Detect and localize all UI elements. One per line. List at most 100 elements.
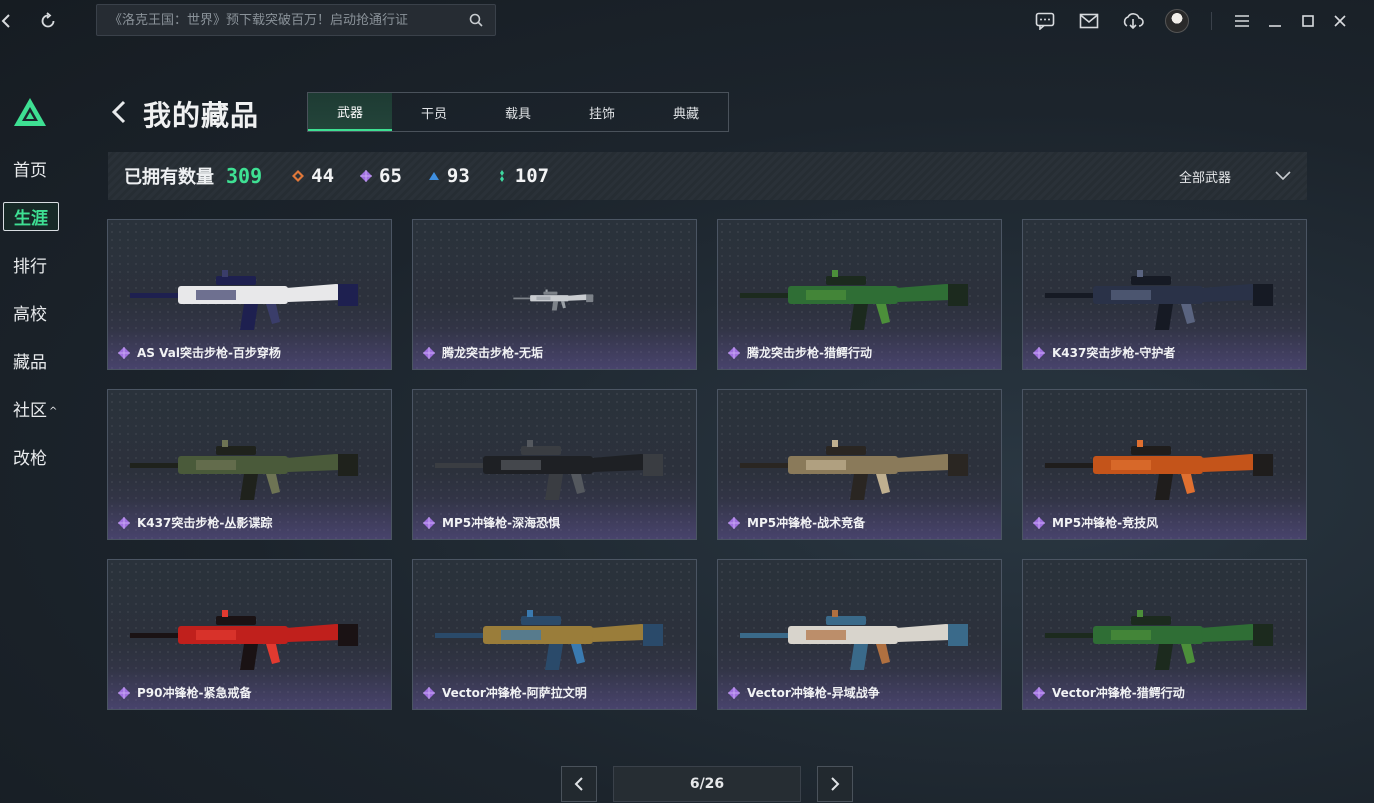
maximize-icon[interactable] <box>1296 9 1320 33</box>
rarity-count: 93 <box>446 165 470 187</box>
rarity-count: 44 <box>311 165 335 187</box>
mail-icon[interactable] <box>1077 9 1101 33</box>
tab-operators[interactable]: 干员 <box>392 93 476 131</box>
logo-icon[interactable] <box>12 96 48 128</box>
weapon-image <box>1045 610 1273 670</box>
search-icon[interactable] <box>469 13 483 27</box>
weapon-image <box>513 289 594 311</box>
purple-gem-icon <box>1033 346 1045 359</box>
weapon-card-label: AS Val突击步枪-百步穿杨 <box>118 344 281 361</box>
weapon-image <box>1045 270 1273 330</box>
purple-gem-icon <box>118 346 130 359</box>
search-box[interactable] <box>96 4 496 36</box>
weapon-card-label: MP5冲锋枪-深海恐惧 <box>423 514 560 531</box>
page-title: 我的藏品 <box>143 99 260 132</box>
sidebar-item-gunsmith[interactable]: 改枪 <box>13 444 47 469</box>
sidebar-item-community[interactable]: 社区 ^ <box>13 396 57 421</box>
weapon-name: K437突击步枪-丛影谍踪 <box>137 516 273 530</box>
search-input[interactable] <box>109 12 469 28</box>
weapon-card[interactable]: 腾龙突击步枪-猎鳄行动 <box>717 219 1002 370</box>
weapon-card[interactable]: MP5冲锋枪-战术竞备 <box>717 389 1002 540</box>
weapon-image <box>130 440 358 500</box>
tab-vehicles[interactable]: 载具 <box>476 93 560 131</box>
purple-gem-icon <box>1033 516 1045 529</box>
tab-charms[interactable]: 挂饰 <box>560 93 644 131</box>
rarity-blue: 93 <box>428 165 470 187</box>
filter-label: 全部武器 <box>1178 170 1231 186</box>
prev-page-button[interactable] <box>561 766 597 802</box>
sidebar-item-collection[interactable]: 藏品 <box>13 348 47 373</box>
avatar[interactable] <box>1165 9 1189 33</box>
purple-gem-icon <box>728 346 740 359</box>
purple-gem-icon <box>728 686 740 699</box>
weapon-card[interactable]: Vector冲锋枪-猎鳄行动 <box>1022 559 1307 710</box>
rarity-purple: 65 <box>360 165 402 187</box>
page-indicator: 6/26 <box>613 766 801 802</box>
stats-bar: 已拥有数量 309 44 65 93 107 全部武器 <box>108 152 1307 200</box>
back-button[interactable] <box>108 96 132 128</box>
close-icon[interactable] <box>1328 9 1352 33</box>
weapon-image <box>130 270 358 330</box>
purple-gem-icon <box>423 346 435 359</box>
weapon-name: MP5冲锋枪-战术竞备 <box>747 516 866 530</box>
rarity-orange: 44 <box>292 165 334 187</box>
purple-gem-icon <box>360 170 373 182</box>
sidebar-item-community-label: 社区 <box>13 401 47 421</box>
sidebar-item-ranking[interactable]: 排行 <box>13 252 47 277</box>
weapon-card[interactable]: K437突击步枪-丛影谍踪 <box>107 389 392 540</box>
weapon-name: MP5冲锋枪-竞技风 <box>1052 516 1159 530</box>
weapon-card-label: K437突击步枪-丛影谍踪 <box>118 514 272 531</box>
next-page-button[interactable] <box>817 766 853 802</box>
weapon-card-label: Vector冲锋枪-异域战争 <box>728 684 880 701</box>
rarity-count: 107 <box>514 165 550 187</box>
weapon-card-label: 腾龙突击步枪-无垢 <box>423 344 543 361</box>
weapon-card[interactable]: MP5冲锋枪-深海恐惧 <box>412 389 697 540</box>
weapon-name: K437突击步枪-守护者 <box>1052 346 1176 360</box>
weapon-card-label: MP5冲锋枪-竞技风 <box>1033 514 1158 531</box>
weapon-name: 腾龙突击步枪-无垢 <box>442 346 543 360</box>
weapon-card[interactable]: AS Val突击步枪-百步穿杨 <box>107 219 392 370</box>
green-gem-icon <box>496 170 508 182</box>
weapon-image <box>435 440 663 500</box>
weapon-name: MP5冲锋枪-深海恐惧 <box>442 516 561 530</box>
weapon-name: 腾龙突击步枪-猎鳄行动 <box>747 346 872 360</box>
sidebar-item-career[interactable]: 生涯 <box>3 202 59 231</box>
weapon-card[interactable]: 腾龙突击步枪-无垢 <box>412 219 697 370</box>
refresh-icon[interactable] <box>36 9 60 33</box>
sidebar-item-home[interactable]: 首页 <box>13 156 47 181</box>
divider <box>1211 12 1212 30</box>
weapon-card[interactable]: P90冲锋枪-紧急戒备 <box>107 559 392 710</box>
weapon-card-label: K437突击步枪-守护者 <box>1033 344 1175 361</box>
weapon-card-label: P90冲锋枪-紧急戒备 <box>118 684 251 701</box>
title-bar <box>0 0 1374 44</box>
back-icon[interactable] <box>0 9 18 33</box>
weapon-card[interactable]: K437突击步枪-守护者 <box>1022 219 1307 370</box>
chevron-right-icon <box>831 777 840 791</box>
download-icon[interactable] <box>1121 9 1145 33</box>
purple-gem-icon <box>728 516 740 529</box>
orange-gem-icon <box>292 170 305 182</box>
chevron-left-icon <box>574 777 583 791</box>
weapon-image <box>740 270 968 330</box>
weapon-card[interactable]: Vector冲锋枪-异域战争 <box>717 559 1002 710</box>
tab-weapons[interactable]: 武器 <box>308 93 392 131</box>
weapon-card-label: MP5冲锋枪-战术竞备 <box>728 514 865 531</box>
weapon-name: AS Val突击步枪-百步穿杨 <box>137 346 281 360</box>
chat-icon[interactable] <box>1033 9 1057 33</box>
tab-collectibles[interactable]: 典藏 <box>644 93 728 131</box>
weapon-name: Vector冲锋枪-异域战争 <box>747 686 880 700</box>
weapon-card[interactable]: Vector冲锋枪-阿萨拉文明 <box>412 559 697 710</box>
menu-icon[interactable] <box>1230 9 1254 33</box>
weapon-card[interactable]: MP5冲锋枪-竞技风 <box>1022 389 1307 540</box>
purple-gem-icon <box>118 686 130 699</box>
category-tabs: 武器 干员 载具 挂饰 典藏 <box>307 92 729 132</box>
weapon-card-label: 腾龙突击步枪-猎鳄行动 <box>728 344 872 361</box>
owned-count: 309 <box>226 164 263 188</box>
purple-gem-icon <box>423 686 435 699</box>
weapon-name: Vector冲锋枪-阿萨拉文明 <box>442 686 587 700</box>
minimize-icon[interactable] <box>1263 9 1287 33</box>
sidebar-item-school[interactable]: 高校 <box>13 300 47 325</box>
weapon-image <box>740 610 968 670</box>
weapon-card-label: Vector冲锋枪-阿萨拉文明 <box>423 684 587 701</box>
weapon-filter-dropdown[interactable]: 全部武器 <box>1179 152 1291 200</box>
